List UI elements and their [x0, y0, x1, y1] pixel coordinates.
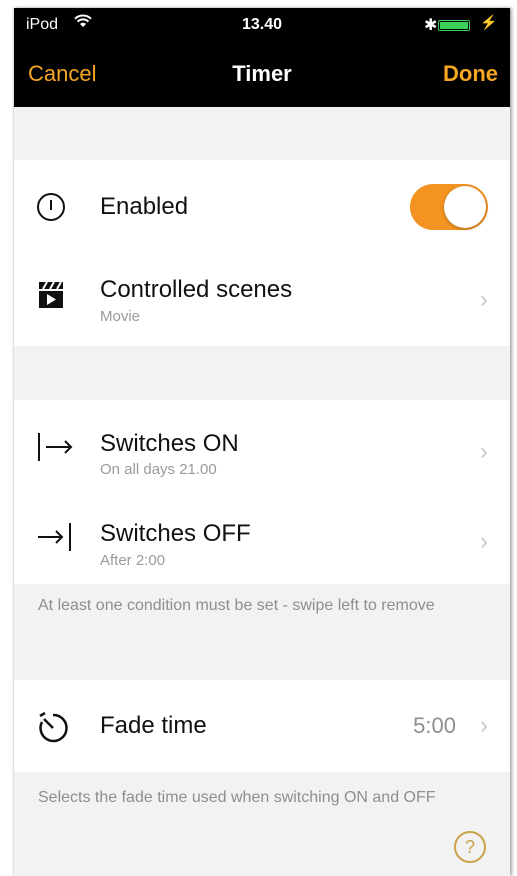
phone-screen: iPod 13.40 ✱ ⚡ Cancel Timer Done Enabled… [14, 8, 510, 876]
toggle-knob [444, 186, 486, 228]
controlled-scenes-subtitle: Movie [100, 308, 141, 325]
switch-off-icon [36, 520, 76, 559]
switch-group: Switches ON On all days 21.00 › Switches… [14, 400, 510, 584]
clapperboard-icon [36, 280, 66, 315]
status-bar: iPod 13.40 ✱ ⚡ [14, 8, 510, 44]
fade-time-value: 5:00 [413, 713, 456, 738]
done-button[interactable]: Done [443, 61, 498, 87]
power-icon [36, 192, 66, 227]
switches-off-row[interactable]: Switches OFF After 2:00 › [14, 492, 510, 584]
controlled-scenes-row[interactable]: Controlled scenes Movie › [14, 256, 510, 346]
page-title: Timer [232, 61, 292, 86]
chevron-right-icon: › [480, 528, 488, 555]
conditions-footer: At least one condition must be set - swi… [38, 597, 435, 614]
scene-group: Enabled Controlled scenes Movie › [14, 160, 510, 346]
chevron-right-icon: › [480, 712, 488, 739]
battery-icon [438, 20, 470, 31]
fade-time-row[interactable]: Fade time 5:00 › [14, 680, 510, 772]
switches-on-label: Switches ON [100, 430, 239, 457]
charging-icon: ⚡ [480, 14, 498, 30]
fade-footer: Selects the fade time used when switchin… [38, 789, 436, 806]
help-button[interactable]: ? [454, 831, 486, 863]
timer-icon [36, 710, 70, 749]
chevron-right-icon: › [480, 438, 488, 465]
switches-off-subtitle: After 2:00 [100, 552, 166, 569]
enabled-toggle[interactable] [410, 184, 488, 230]
fade-time-label: Fade time [100, 712, 207, 739]
bluetooth-icon: ✱ [424, 17, 438, 34]
switch-on-icon [36, 430, 76, 469]
switches-on-subtitle: On all days 21.00 [100, 461, 217, 478]
top-bar: iPod 13.40 ✱ ⚡ Cancel Timer Done [14, 8, 510, 107]
switches-off-label: Switches OFF [100, 520, 251, 547]
enabled-row: Enabled [14, 160, 510, 256]
enabled-label: Enabled [100, 193, 189, 220]
chevron-right-icon: › [480, 286, 488, 313]
controlled-scenes-label: Controlled scenes [100, 276, 293, 303]
switches-on-row[interactable]: Switches ON On all days 21.00 › [14, 400, 510, 492]
